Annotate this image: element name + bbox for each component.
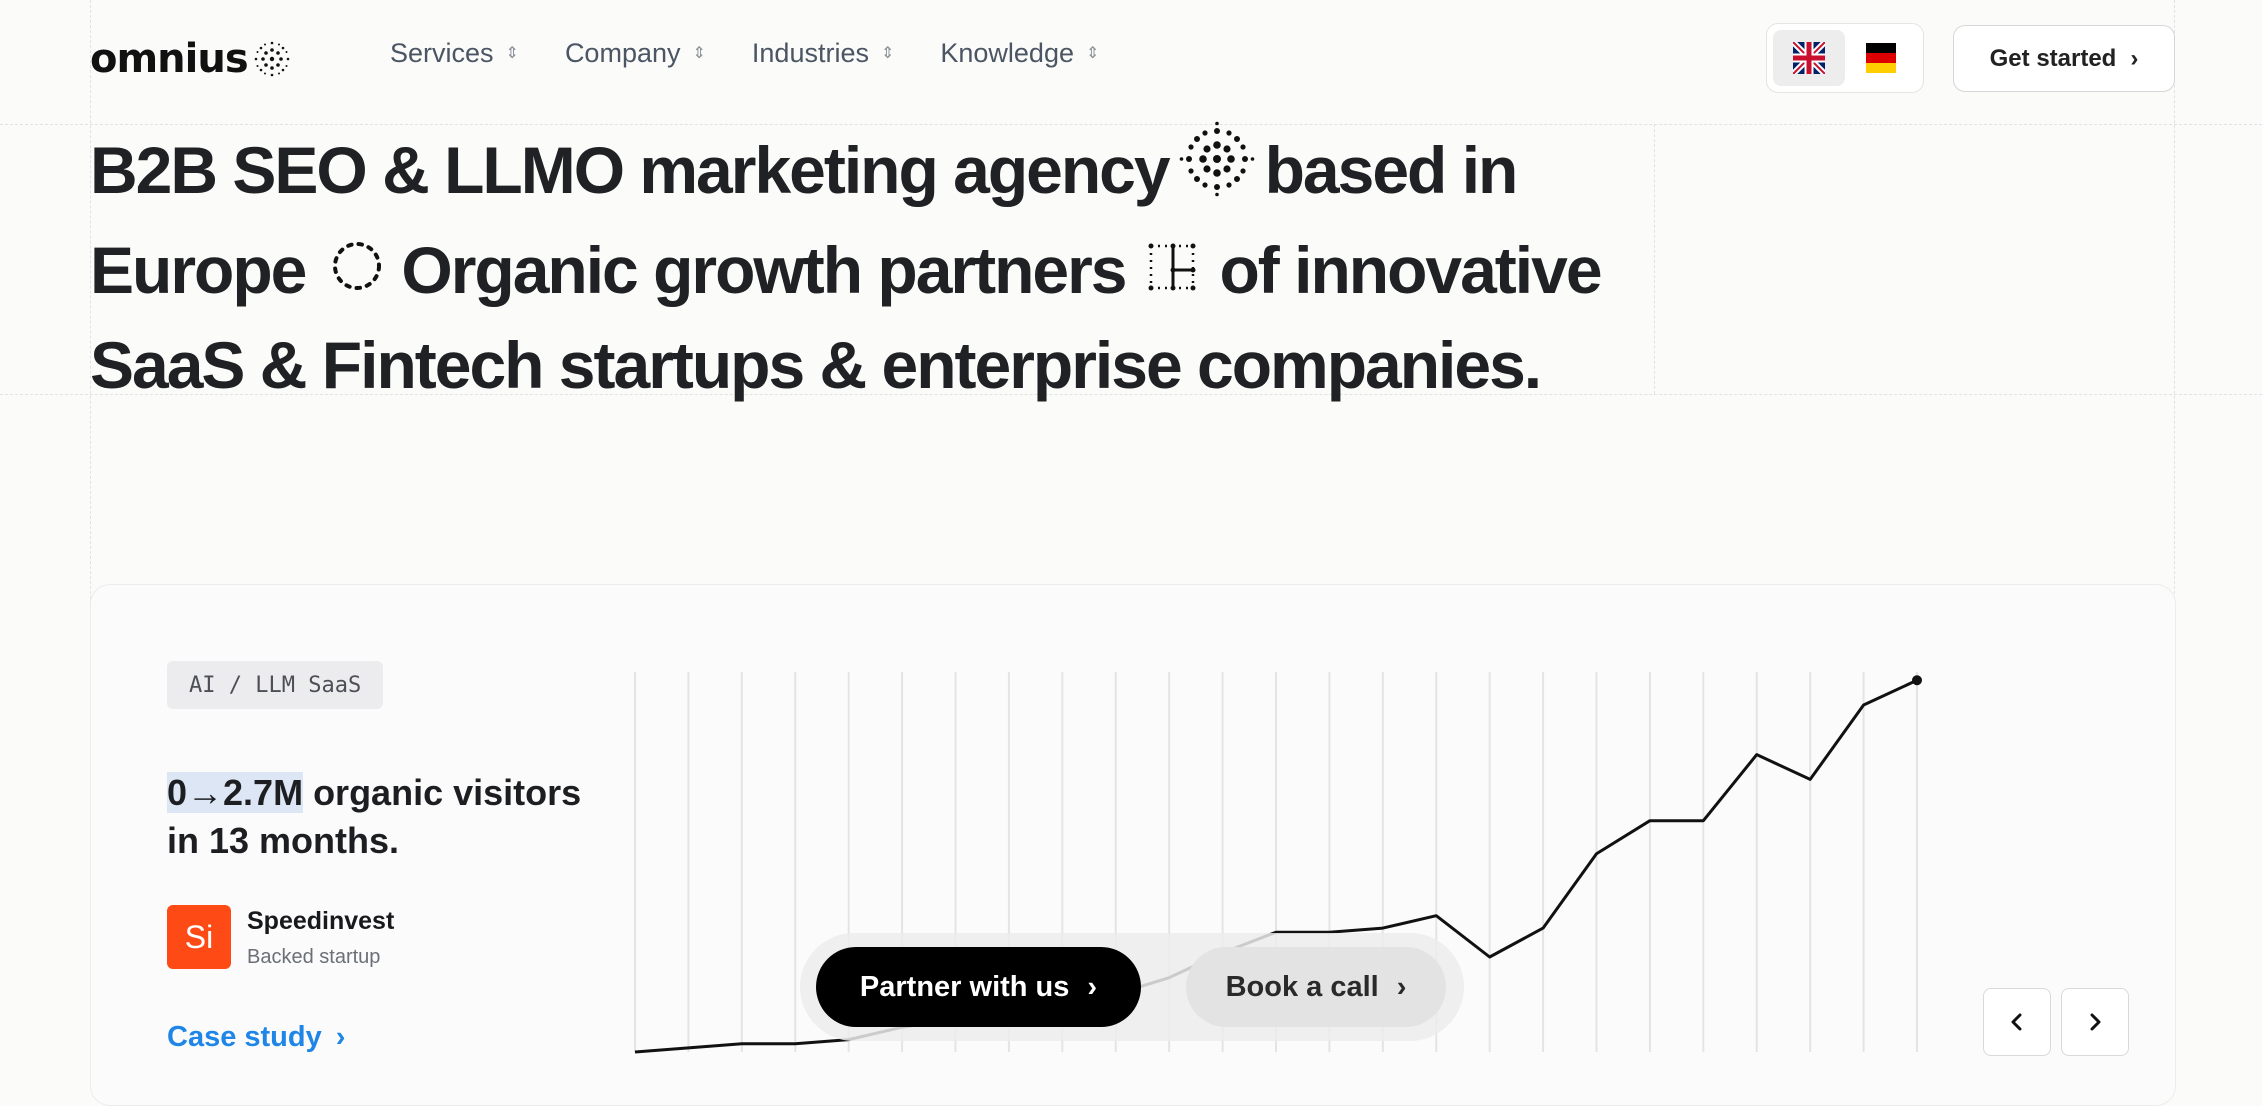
book-call-label: Book a call — [1225, 970, 1379, 1003]
chevron-right-icon: › — [1396, 970, 1407, 1003]
chevron-right-icon — [2090, 1013, 2101, 1031]
book-a-call-button[interactable]: Book a call › — [1186, 947, 1446, 1027]
partner-with-us-button[interactable]: Partner with us › — [816, 947, 1141, 1027]
carousel-prev-button[interactable] — [1983, 988, 2051, 1056]
chart-end-point — [1912, 675, 1922, 686]
partner-label: Partner with us — [859, 970, 1070, 1003]
chevron-left-icon — [2011, 1013, 2022, 1031]
chevron-right-icon: › — [1087, 970, 1098, 1003]
traffic-chart — [634, 672, 1922, 1054]
carousel-next-button[interactable] — [2061, 988, 2129, 1056]
